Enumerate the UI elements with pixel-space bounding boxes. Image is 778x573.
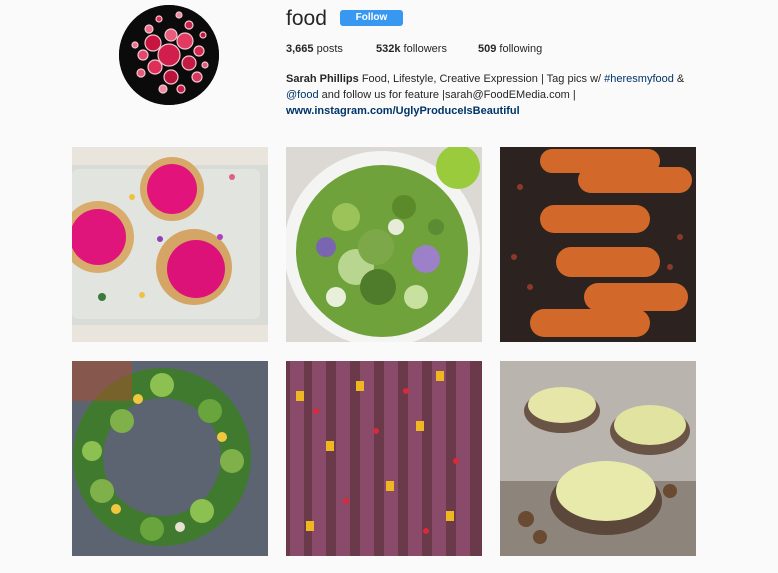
post-image-beet-tartlets xyxy=(72,147,268,342)
post-tile-1[interactable] xyxy=(72,147,268,342)
post-tile-6[interactable] xyxy=(500,361,696,556)
following-stat[interactable]: 509 following xyxy=(478,43,542,55)
bio-text-3: and follow us for feature |sarah@FoodEMe… xyxy=(321,89,576,101)
following-label: following xyxy=(499,43,543,55)
profile-username: food xyxy=(286,7,327,30)
profile-avatar[interactable] xyxy=(119,5,219,105)
bio-text-2: & xyxy=(676,73,685,85)
post-image-roasted-squash xyxy=(500,147,696,342)
bio-full-name: Sarah Phillips xyxy=(286,73,359,85)
post-image-pear-rose-tarts xyxy=(500,361,696,556)
post-image-purple-carrots xyxy=(286,361,482,556)
bio-mention-link[interactable]: @food xyxy=(286,89,319,101)
posts-stat: 3,665 posts xyxy=(286,43,343,55)
bio-text-1: Food, Lifestyle, Creative Expression | T… xyxy=(361,73,602,85)
post-image-avocado-wreath xyxy=(72,361,268,556)
bio-website-link[interactable]: www.instagram.com/UglyProduceIsBeautiful xyxy=(286,105,520,117)
profile-bio: Sarah Phillips Food, Lifestyle, Creative… xyxy=(286,71,716,119)
follow-button[interactable]: Follow xyxy=(340,10,403,26)
post-tile-2[interactable] xyxy=(286,147,482,342)
avatar-image xyxy=(119,5,219,105)
post-tile-3[interactable] xyxy=(500,147,696,342)
post-tile-5[interactable] xyxy=(286,361,482,556)
bio-hashtag-link[interactable]: #heresmyfood xyxy=(604,73,674,85)
post-tile-4[interactable] xyxy=(72,361,268,556)
following-count: 509 xyxy=(478,43,497,55)
post-image-green-salad xyxy=(286,147,482,342)
followers-stat[interactable]: 532k followers xyxy=(376,43,447,55)
posts-label: posts xyxy=(316,43,343,55)
posts-count: 3,665 xyxy=(286,43,314,55)
followers-label: followers xyxy=(403,43,447,55)
followers-count: 532k xyxy=(376,43,401,55)
